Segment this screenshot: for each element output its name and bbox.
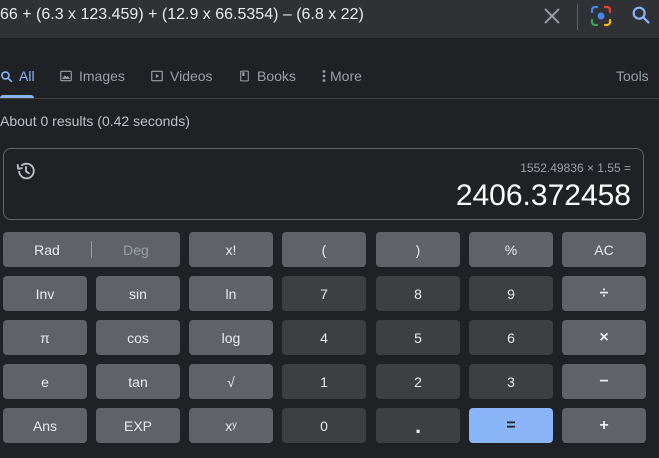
tan-button[interactable]: tan — [96, 364, 180, 399]
search-bar: 66 + (6.3 x 123.459) + (12.9 x 66.5354) … — [0, 0, 659, 38]
tab-all[interactable]: All — [0, 68, 35, 84]
tools-button[interactable]: Tools — [616, 68, 649, 84]
sin-button[interactable]: sin — [96, 276, 180, 311]
history-icon[interactable] — [15, 160, 37, 182]
factorial-button[interactable]: x! — [189, 232, 273, 267]
close-paren-button[interactable]: ) — [376, 232, 460, 267]
inverse-button[interactable]: Inv — [3, 276, 87, 311]
rad-deg-toggle[interactable]: Rad Deg — [3, 232, 180, 267]
image-icon — [60, 70, 72, 82]
digit-9-button[interactable]: 9 — [469, 276, 553, 311]
digit-0-button[interactable]: 0 — [282, 408, 366, 443]
digit-5-button[interactable]: 5 — [376, 320, 460, 355]
answer-button[interactable]: Ans — [3, 408, 87, 443]
tab-images[interactable]: Images — [59, 68, 125, 84]
close-icon[interactable] — [541, 5, 563, 27]
active-tab-indicator — [0, 95, 34, 98]
tools-label: Tools — [616, 68, 649, 84]
open-paren-button[interactable]: ( — [282, 232, 366, 267]
digit-6-button[interactable]: 6 — [469, 320, 553, 355]
percent-button[interactable]: % — [469, 232, 553, 267]
calculator-expression: 1552.49836 × 1.55 = — [520, 161, 631, 175]
divide-button[interactable]: ÷ — [562, 276, 646, 311]
book-icon — [240, 70, 249, 82]
digit-7-button[interactable]: 7 — [282, 276, 366, 311]
camera-lens-icon[interactable] — [589, 4, 613, 28]
digit-1-button[interactable]: 1 — [282, 364, 366, 399]
play-icon — [151, 70, 163, 82]
search-icon[interactable] — [630, 4, 652, 26]
digit-2-button[interactable]: 2 — [376, 364, 460, 399]
digit-8-button[interactable]: 8 — [376, 276, 460, 311]
search-input[interactable]: 66 + (6.3 x 123.459) + (12.9 x 66.5354) … — [0, 6, 364, 24]
more-vert-icon — [322, 70, 326, 82]
calculator-display: 1552.49836 × 1.55 = 2406.372458 — [3, 148, 644, 220]
tab-more[interactable]: More — [322, 68, 362, 84]
power-button[interactable]: xʸ — [189, 408, 273, 443]
all-clear-button[interactable]: AC — [562, 232, 646, 267]
cos-button[interactable]: cos — [96, 320, 180, 355]
minus-button[interactable]: − — [562, 364, 646, 399]
search-tabs: All Images Videos Books More Tools — [0, 58, 659, 99]
exponent-button[interactable]: EXP — [96, 408, 180, 443]
search-bar-divider — [577, 4, 578, 30]
decimal-point-button[interactable]: . — [376, 408, 460, 443]
result-stats: About 0 results (0.42 seconds) — [0, 113, 190, 129]
tab-label: Books — [257, 68, 296, 84]
tab-label: More — [330, 68, 362, 84]
euler-e-button[interactable]: e — [3, 364, 87, 399]
calculator-result: 2406.372458 — [455, 179, 631, 212]
rad-button[interactable]: Rad — [3, 242, 91, 258]
multiply-button[interactable]: × — [562, 320, 646, 355]
search-icon — [1, 70, 13, 82]
digit-3-button[interactable]: 3 — [469, 364, 553, 399]
ln-button[interactable]: ln — [189, 276, 273, 311]
pi-button[interactable]: π — [3, 320, 87, 355]
digit-4-button[interactable]: 4 — [282, 320, 366, 355]
deg-button[interactable]: Deg — [92, 242, 180, 258]
equals-button[interactable]: = — [469, 408, 553, 443]
tab-label: Images — [79, 68, 125, 84]
plus-button[interactable]: + — [562, 408, 646, 443]
tab-videos[interactable]: Videos — [150, 68, 213, 84]
log-button[interactable]: log — [189, 320, 273, 355]
tab-label: Videos — [170, 68, 213, 84]
tab-books[interactable]: Books — [238, 68, 296, 84]
tab-label: All — [19, 68, 35, 84]
square-root-button[interactable]: √ — [189, 364, 273, 399]
